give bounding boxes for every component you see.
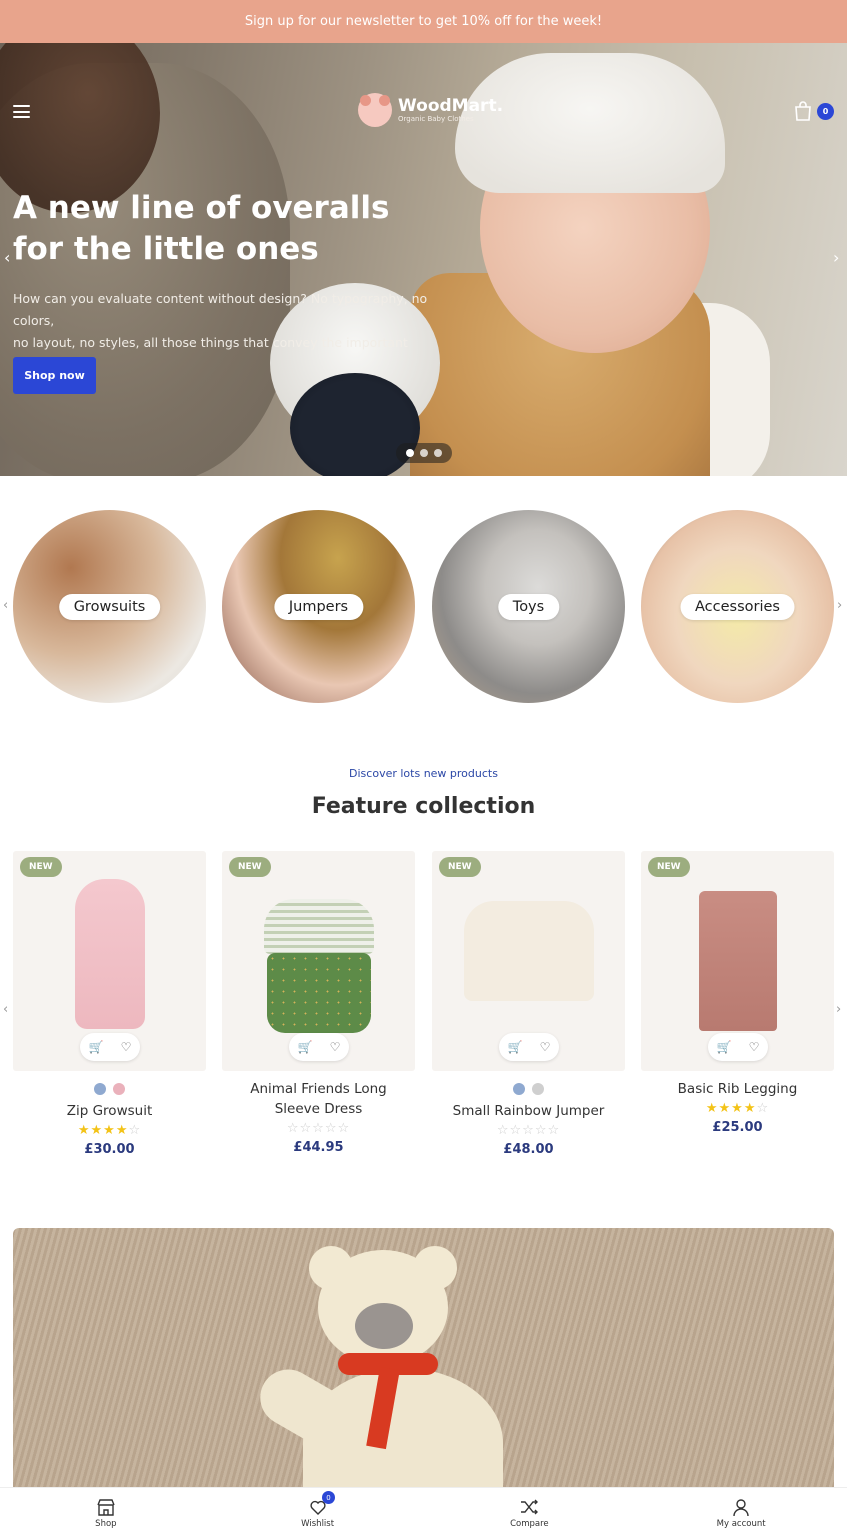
bottom-navigation: Shop Wishlist Compare My account 0 bbox=[0, 1487, 847, 1536]
user-icon bbox=[733, 1498, 749, 1516]
nav-account[interactable]: My account bbox=[635, 1488, 847, 1536]
legging-image bbox=[698, 891, 777, 1031]
add-to-cart-icon[interactable]: 🛒 bbox=[298, 1040, 313, 1054]
category-label: Jumpers bbox=[273, 593, 364, 620]
color-swatch[interactable] bbox=[513, 1083, 525, 1095]
rating-stars: ★★★★☆ bbox=[77, 1123, 142, 1138]
nav-compare[interactable]: Compare bbox=[424, 1488, 636, 1536]
nav-label: Shop bbox=[95, 1518, 117, 1529]
rating-stars: ☆☆☆☆☆ bbox=[286, 1121, 351, 1136]
logo-name: WoodMart. bbox=[398, 96, 504, 116]
category-carousel: ‹ Growsuits Jumpers Toys Accessories › bbox=[0, 510, 847, 705]
product-actions: 🛒 ♡ bbox=[289, 1033, 349, 1061]
product-card[interactable]: NEW 🛒 ♡ Zip Growsuit ★★★★☆ £30.00 bbox=[13, 851, 206, 1157]
hero-text-line-1: How can you evaluate content without des… bbox=[13, 291, 428, 328]
color-swatches bbox=[13, 1083, 206, 1095]
product-actions: 🛒 ♡ bbox=[80, 1033, 140, 1061]
cart-count-badge: 0 bbox=[817, 103, 834, 120]
hero-prev-arrow-icon[interactable]: ‹ bbox=[4, 248, 10, 267]
hero-title-line-1: A new line of overalls bbox=[13, 190, 390, 226]
new-badge: NEW bbox=[439, 857, 481, 877]
shopping-bag-icon[interactable] bbox=[794, 101, 812, 121]
product-image[interactable]: NEW 🛒 ♡ bbox=[432, 851, 625, 1071]
announcement-text: Sign up for our newsletter to get 10% of… bbox=[244, 14, 603, 29]
category-label: Growsuits bbox=[58, 593, 161, 620]
bear-logo-icon bbox=[358, 93, 392, 127]
product-image[interactable]: NEW 🛒 ♡ bbox=[641, 851, 834, 1071]
color-swatch[interactable] bbox=[113, 1083, 125, 1095]
products-next-arrow-icon[interactable]: › bbox=[836, 1002, 841, 1017]
hero-slider: WoodMart. Organic Baby Clothes 0 A new l… bbox=[0, 43, 847, 476]
category-toys[interactable]: Toys bbox=[432, 510, 625, 703]
slider-dot[interactable] bbox=[406, 449, 414, 457]
wishlist-heart-icon[interactable]: ♡ bbox=[330, 1040, 341, 1054]
new-badge: NEW bbox=[648, 857, 690, 877]
logo-tagline: Organic Baby Clothes bbox=[398, 115, 474, 123]
hero-title: A new line of overalls for the little on… bbox=[13, 188, 433, 270]
jumper-image bbox=[463, 901, 594, 1001]
product-name[interactable]: Zip Growsuit bbox=[13, 1101, 206, 1121]
section-title: Feature collection bbox=[311, 794, 536, 819]
nav-wishlist[interactable]: Wishlist bbox=[212, 1488, 424, 1536]
slider-dot[interactable] bbox=[434, 449, 442, 457]
product-actions: 🛒 ♡ bbox=[499, 1033, 559, 1061]
shop-now-button[interactable]: Shop now bbox=[13, 357, 96, 394]
category-accessories[interactable]: Accessories bbox=[641, 510, 834, 703]
bear-snout bbox=[355, 1303, 413, 1349]
new-badge: NEW bbox=[20, 857, 62, 877]
product-name[interactable]: Animal Friends Long Sleeve Dress bbox=[222, 1079, 415, 1119]
nav-label: My account bbox=[716, 1518, 766, 1529]
product-name[interactable]: Small Rainbow Jumper bbox=[432, 1101, 625, 1121]
add-to-cart-icon[interactable]: 🛒 bbox=[89, 1040, 104, 1054]
nav-shop[interactable]: Shop bbox=[0, 1488, 212, 1536]
wishlist-heart-icon[interactable]: ♡ bbox=[121, 1040, 132, 1054]
product-price: £48.00 bbox=[503, 1142, 554, 1157]
color-swatch[interactable] bbox=[532, 1083, 544, 1095]
product-actions: 🛒 ♡ bbox=[708, 1033, 768, 1061]
product-name[interactable]: Basic Rib Legging bbox=[641, 1079, 834, 1099]
section-kicker: Discover lots new products bbox=[349, 767, 498, 780]
add-to-cart-icon[interactable]: 🛒 bbox=[508, 1040, 523, 1054]
category-label: Accessories bbox=[680, 593, 795, 620]
growsuit-image bbox=[74, 879, 145, 1029]
color-swatch[interactable] bbox=[94, 1083, 106, 1095]
category-label: Toys bbox=[497, 593, 560, 620]
product-price: £30.00 bbox=[84, 1142, 135, 1157]
site-logo[interactable]: WoodMart. Organic Baby Clothes bbox=[358, 93, 503, 127]
product-card[interactable]: NEW 🛒 ♡ Small Rainbow Jumper ☆☆☆☆☆ £48.0… bbox=[432, 851, 625, 1157]
store-icon bbox=[97, 1498, 115, 1516]
category-growsuits[interactable]: Growsuits bbox=[13, 510, 206, 703]
add-to-cart-icon[interactable]: 🛒 bbox=[717, 1040, 732, 1054]
product-image[interactable]: NEW 🛒 ♡ bbox=[222, 851, 415, 1071]
product-image[interactable]: NEW 🛒 ♡ bbox=[13, 851, 206, 1071]
rating-stars: ★★★★☆ bbox=[705, 1101, 770, 1116]
new-badge: NEW bbox=[229, 857, 271, 877]
product-price: £44.95 bbox=[293, 1140, 344, 1155]
product-price: £25.00 bbox=[712, 1120, 763, 1135]
nav-label: Wishlist bbox=[301, 1518, 335, 1529]
bear-body bbox=[303, 1368, 503, 1488]
product-card[interactable]: NEW 🛒 ♡ Basic Rib Legging ★★★★☆ £25.00 bbox=[641, 851, 834, 1135]
product-card[interactable]: NEW 🛒 ♡ Animal Friends Long Sleeve Dress… bbox=[222, 851, 415, 1155]
hero-next-arrow-icon[interactable]: › bbox=[833, 248, 839, 267]
category-next-arrow-icon[interactable]: › bbox=[837, 598, 842, 613]
hamburger-menu-icon[interactable] bbox=[13, 105, 30, 118]
dress-image-top bbox=[263, 899, 374, 954]
wishlist-heart-icon[interactable]: ♡ bbox=[749, 1040, 760, 1054]
nav-label: Compare bbox=[510, 1518, 549, 1529]
hero-title-line-2: for the little ones bbox=[13, 231, 319, 267]
shuffle-icon bbox=[521, 1499, 539, 1514]
color-swatches bbox=[432, 1083, 625, 1095]
rating-stars: ☆☆☆☆☆ bbox=[496, 1123, 561, 1138]
wishlist-heart-icon[interactable]: ♡ bbox=[540, 1040, 551, 1054]
category-prev-arrow-icon[interactable]: ‹ bbox=[3, 598, 8, 613]
category-jumpers[interactable]: Jumpers bbox=[222, 510, 415, 703]
announcement-bar[interactable]: Sign up for our newsletter to get 10% of… bbox=[0, 0, 847, 43]
wishlist-count-badge: 0 bbox=[322, 1491, 335, 1504]
promo-banner-image[interactable] bbox=[13, 1228, 834, 1488]
slider-dot[interactable] bbox=[420, 449, 428, 457]
slider-pagination bbox=[396, 443, 452, 463]
products-prev-arrow-icon[interactable]: ‹ bbox=[3, 1002, 8, 1017]
dress-image-skirt bbox=[266, 953, 371, 1033]
